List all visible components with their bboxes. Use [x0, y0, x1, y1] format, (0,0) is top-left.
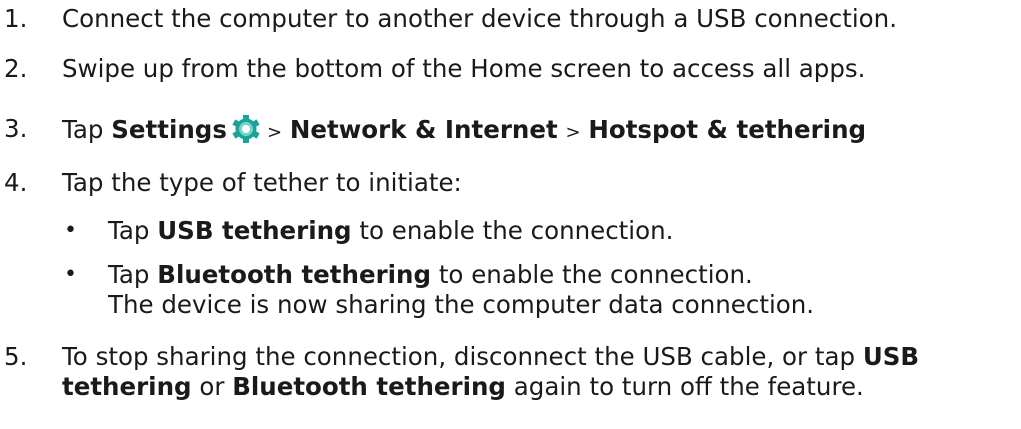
- tap-word: Tap: [108, 260, 150, 289]
- step-number: 1.: [4, 4, 28, 33]
- step-number: 5.: [4, 342, 28, 371]
- step-text: tethering or Bluetooth tethering again t…: [62, 372, 864, 402]
- step-text: Tap the type of tether to initiate:: [62, 168, 462, 197]
- step-text-part: again to turn off the feature.: [513, 372, 864, 401]
- step-text: Connect the computer to another device t…: [62, 4, 897, 33]
- bullet-text: Tap USB tethering to enable the connecti…: [108, 216, 673, 246]
- bullet-dot: •: [64, 262, 77, 287]
- bullet-note-text: The device is now sharing the computer d…: [108, 290, 815, 319]
- usb-tethering-label: USB tethering: [157, 216, 352, 245]
- hotspot-label: Hotspot & tethering: [588, 115, 867, 144]
- separator: >: [565, 122, 581, 143]
- step-text: Swipe up from the bottom of the Home scr…: [62, 54, 866, 83]
- step-number: 3.: [4, 114, 28, 143]
- separator: >: [266, 122, 283, 143]
- bullet-text: Tap Bluetooth tethering to enable the co…: [108, 260, 753, 290]
- settings-label: Settings: [111, 115, 227, 144]
- tethering-label: tethering: [62, 372, 192, 401]
- step-text: To stop sharing the connection, disconne…: [62, 342, 919, 372]
- bullet-dot: •: [64, 218, 77, 243]
- bluetooth-tethering-label: Bluetooth tethering: [157, 260, 432, 289]
- usb-label: USB: [862, 342, 920, 371]
- bullet-rest: to enable the connection.: [359, 216, 674, 245]
- tap-word: Tap: [62, 115, 104, 144]
- or-word: or: [199, 372, 225, 401]
- bullet-rest: to enable the connection.: [438, 260, 753, 289]
- step-text-part: To stop sharing the connection, disconne…: [62, 342, 856, 371]
- bluetooth-tethering-label: Bluetooth tethering: [232, 372, 506, 401]
- step-number: 4.: [4, 168, 28, 197]
- tap-word: Tap: [108, 216, 150, 245]
- network-label: Network & Internet: [289, 115, 558, 144]
- step-text: Tap Settings > Network & Internet > Hots…: [62, 114, 866, 148]
- step-number: 2.: [4, 54, 28, 83]
- gear-icon: [231, 114, 261, 144]
